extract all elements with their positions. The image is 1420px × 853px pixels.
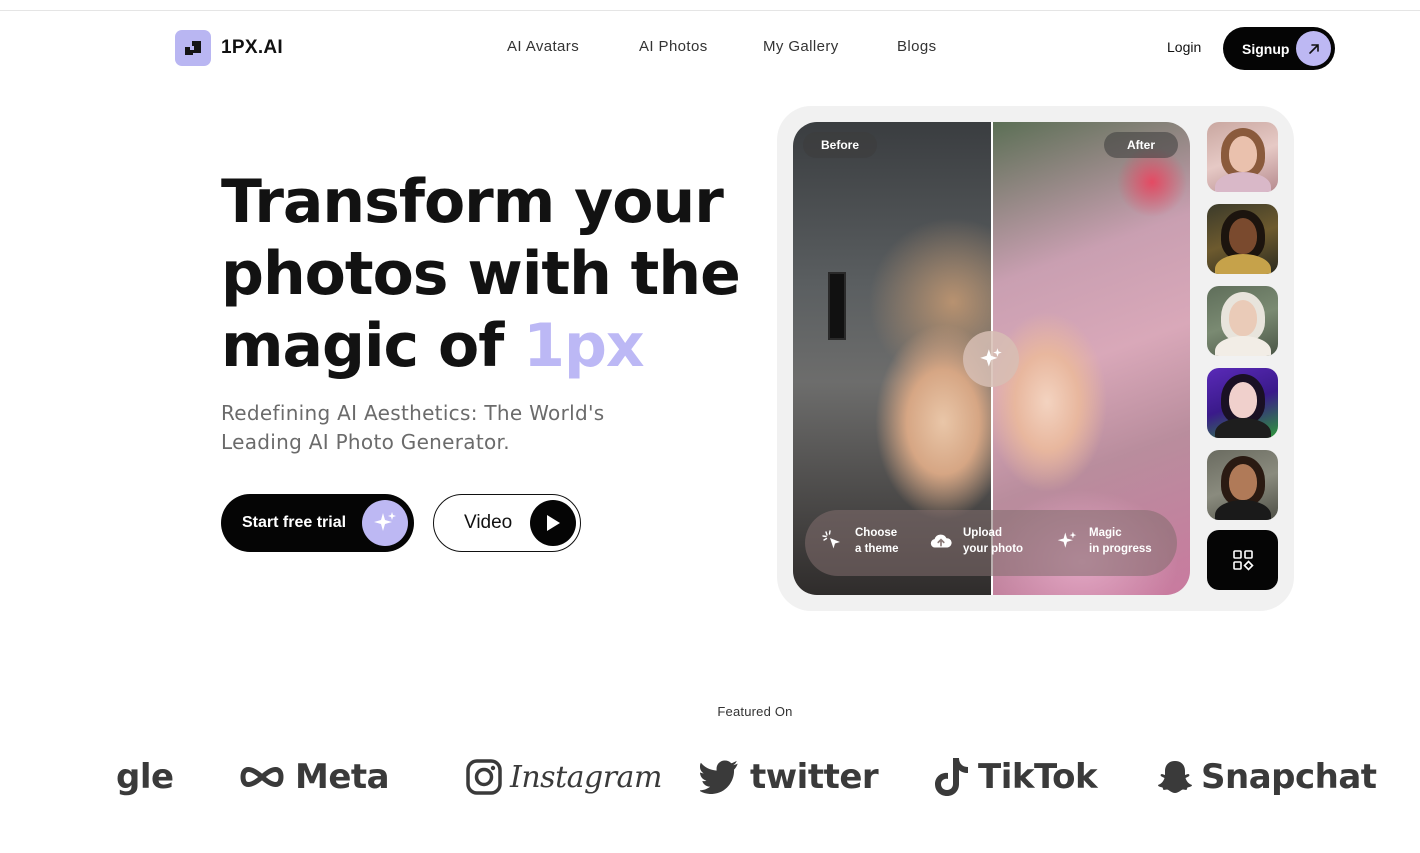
step-1-line1: Choose [855, 527, 898, 539]
style-thumbnail-2[interactable] [1207, 204, 1278, 274]
tiktok-note-icon [935, 758, 968, 796]
brand-tiktok-text: TikTok [978, 757, 1098, 797]
brand-meta-text: Meta [295, 757, 390, 797]
step-2-line1: Upload [963, 527, 1002, 539]
brand-snapchat-text: Snapchat [1201, 757, 1377, 797]
sparkle-icon [980, 348, 1002, 367]
style-thumbnail-4[interactable] [1207, 368, 1278, 438]
start-free-trial-button[interactable]: Start free trial [221, 494, 414, 552]
headline-prefix: magic of [221, 311, 524, 381]
video-label: Video [464, 512, 513, 533]
logo-icon [175, 30, 211, 66]
step-magic-progress: Magic in progress [1055, 525, 1152, 557]
brand-instagram: Instagram [466, 752, 662, 802]
sparkle-icon [1055, 529, 1079, 553]
featured-on-label: Featured On [717, 704, 793, 719]
process-steps: Choose a theme Upload your photo Magic in p… [805, 510, 1177, 576]
hero-headline: Transform your photos with the magic of … [221, 166, 741, 382]
play-icon [530, 500, 576, 546]
snapchat-ghost-icon [1158, 761, 1192, 793]
nav-my-gallery[interactable]: My Gallery [763, 38, 839, 55]
nav-ai-avatars[interactable]: AI Avatars [507, 38, 579, 55]
headline-accent: 1px [523, 311, 644, 381]
style-thumbnail-1[interactable] [1207, 122, 1278, 192]
signup-button[interactable]: Signup [1223, 27, 1335, 70]
style-thumbnail-3[interactable] [1207, 286, 1278, 356]
brand-tiktok: TikTok [934, 752, 1098, 802]
brand-instagram-text: Instagram [510, 759, 662, 795]
step-choose-theme: Choose a theme [821, 525, 898, 557]
brand-twitter: twitter [700, 752, 879, 802]
instagram-icon [466, 759, 502, 795]
more-styles-button[interactable] [1207, 530, 1278, 590]
nav-ai-photos[interactable]: AI Photos [639, 38, 708, 55]
step-upload-photo: Upload your photo [929, 525, 1023, 557]
arrow-up-right-icon [1296, 31, 1331, 66]
headline-line-1: Transform your [221, 167, 724, 237]
step-2-line2: your photo [963, 543, 1024, 555]
before-label: Before [803, 132, 877, 158]
top-divider [0, 10, 1420, 11]
sparkle-icon [362, 500, 408, 546]
step-1-line2: a theme [855, 543, 899, 555]
brand-twitter-text: twitter [750, 757, 879, 797]
logo[interactable]: 1PX.AI [175, 30, 283, 66]
hero-subtitle: Redefining AI Aesthetics: The World's Le… [221, 401, 605, 454]
video-button[interactable]: Video [433, 494, 581, 552]
brand-snapchat: Snapchat [1157, 752, 1377, 802]
signup-label: Signup [1242, 40, 1290, 57]
twitter-bird-icon [700, 760, 738, 794]
brand-google-text: gle [116, 757, 174, 797]
brand-meta: Meta [237, 752, 390, 802]
comparison-slider-handle[interactable] [963, 331, 1019, 387]
cloud-upload-icon [929, 529, 953, 553]
after-label: After [1104, 132, 1178, 158]
headline-line-3: magic of 1px [221, 310, 741, 382]
before-after-comparison[interactable]: Before After Choose a theme Upload your … [793, 122, 1190, 595]
start-free-trial-label: Start free trial [242, 514, 347, 531]
nav-blogs[interactable]: Blogs [897, 38, 937, 55]
meta-infinity-icon [240, 767, 284, 787]
grid-icon [1232, 550, 1254, 571]
brand-google: gle [116, 752, 174, 802]
style-thumbnail-5[interactable] [1207, 450, 1278, 520]
step-3-line1: Magic [1089, 527, 1122, 539]
login-link[interactable]: Login [1167, 39, 1201, 55]
step-3-line2: in progress [1089, 543, 1152, 555]
logo-text: 1PX.AI [221, 37, 283, 58]
headline-line-2: photos with the [221, 239, 741, 309]
cursor-click-icon [821, 529, 845, 553]
